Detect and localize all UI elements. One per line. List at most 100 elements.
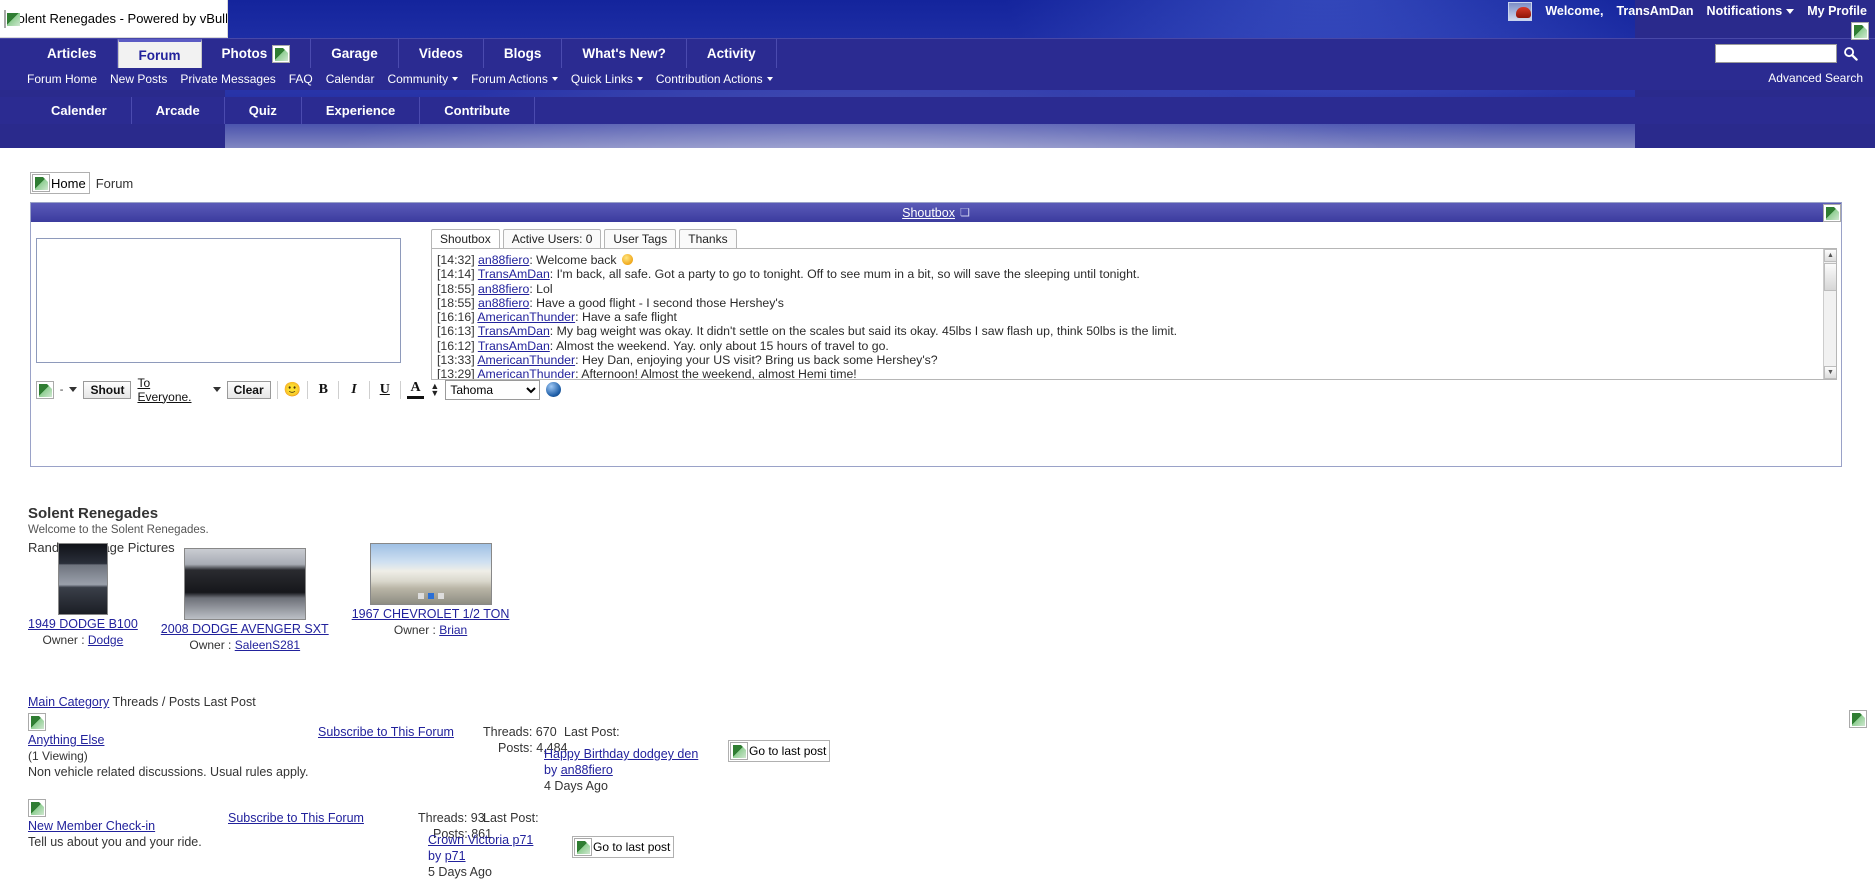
- chevron-down-icon[interactable]: [69, 387, 78, 392]
- garage-car-name-link[interactable]: 2008 DODGE AVENGER SXT: [161, 622, 329, 636]
- shout-recipient-selector[interactable]: To Everyone.: [137, 376, 206, 404]
- nav-tab-articles[interactable]: Articles: [27, 39, 118, 69]
- garage-car-name-link[interactable]: 1949 DODGE B100: [28, 617, 138, 631]
- clear-button[interactable]: Clear: [226, 380, 271, 399]
- message-username[interactable]: TransAmDan: [478, 339, 550, 353]
- nav-tab-activity[interactable]: Activity: [687, 39, 777, 69]
- bold-button[interactable]: B: [314, 382, 332, 398]
- message-username[interactable]: TransAmDan: [478, 267, 550, 281]
- notifications-menu[interactable]: Notifications: [1707, 4, 1795, 18]
- garage-car-name-link[interactable]: 1967 CHEVROLET 1/2 TON: [352, 607, 510, 621]
- go-to-last-post-button[interactable]: Go to last post: [728, 740, 831, 762]
- scrollbar-thumb[interactable]: [1824, 263, 1836, 291]
- shout-button[interactable]: Shout: [83, 380, 132, 399]
- garage-slider-dot[interactable]: [417, 593, 424, 599]
- shoutbox-title-link[interactable]: Shoutbox: [902, 206, 955, 220]
- scroll-up-arrow-icon[interactable]: ▲: [1824, 249, 1836, 262]
- garage-slider-dots[interactable]: [371, 587, 491, 602]
- refresh-icon[interactable]: [546, 382, 561, 397]
- last-post-author-link[interactable]: an88fiero: [561, 763, 613, 777]
- subscribe-to-forum-link[interactable]: Subscribe to This Forum: [318, 725, 454, 739]
- subscribe-to-forum-link[interactable]: Subscribe to This Forum: [228, 811, 364, 825]
- last-post-time-value: 4 Days Ago: [544, 779, 608, 793]
- nav-tab-garage[interactable]: Garage: [311, 39, 399, 69]
- username-link[interactable]: TransAmDan: [1616, 4, 1693, 18]
- forum-row: New Member Check-in Tell us about you and…: [28, 795, 1840, 881]
- message-username[interactable]: an88fiero: [478, 296, 529, 310]
- garage-owner-link[interactable]: SaleenS281: [235, 638, 300, 652]
- font-color-stepper[interactable]: ▲ ▼: [430, 381, 439, 397]
- nav-tab-videos[interactable]: Videos: [399, 39, 484, 69]
- tab3-arcade[interactable]: Arcade: [132, 97, 225, 124]
- last-post-thread-link[interactable]: Happy Birthday dodgey den: [544, 747, 698, 761]
- nav-tab-what-s-new[interactable]: What's New?: [562, 39, 687, 69]
- search-button[interactable]: [1837, 43, 1863, 64]
- subnav-quick-links[interactable]: Quick Links: [571, 72, 643, 86]
- last-post-time: 5 Days Ago: [428, 865, 492, 879]
- message-username[interactable]: an88fiero: [478, 282, 529, 296]
- advanced-search-link[interactable]: Advanced Search: [1768, 71, 1863, 85]
- subnav-community[interactable]: Community: [387, 72, 459, 86]
- garage-thumbnail[interactable]: [57, 543, 108, 615]
- tab3-contribute[interactable]: Contribute: [420, 97, 535, 124]
- garage-owner-link[interactable]: Brian: [439, 623, 467, 637]
- page-title: Solent Renegades: [28, 505, 159, 522]
- subnav-calendar[interactable]: Calendar: [326, 72, 375, 86]
- font-family-select[interactable]: Tahoma: [445, 379, 541, 400]
- subnav-contribution-actions[interactable]: Contribution Actions: [656, 72, 773, 86]
- smiley-icon[interactable]: 🙂: [284, 381, 302, 398]
- shoutbox-message-list: [14:32] an88fiero: Welcome back [14:14] …: [431, 248, 1837, 380]
- broken-image-icon: [1849, 710, 1867, 728]
- tab3-experience[interactable]: Experience: [302, 97, 421, 124]
- last-post-thread-link[interactable]: Crown Victoria p71: [428, 833, 533, 847]
- nav-tab-photos[interactable]: Photos: [202, 39, 312, 69]
- by-label: by: [428, 849, 442, 863]
- image-insert-icon[interactable]: [36, 380, 54, 399]
- shoutbox-tab-shoutbox[interactable]: Shoutbox: [431, 229, 500, 248]
- shoutbox-body: Shoutbox Active Users: 0 User Tags Thanks […: [31, 222, 1841, 466]
- message-username[interactable]: an88fiero: [478, 253, 529, 267]
- nav-tab-blogs[interactable]: Blogs: [484, 39, 563, 69]
- garage-thumbnail[interactable]: [369, 543, 492, 605]
- forum-title-link[interactable]: Anything Else: [28, 733, 104, 747]
- tab3-calender[interactable]: Calender: [27, 97, 132, 124]
- garage-slider-dot[interactable]: [437, 593, 444, 599]
- shoutbox-tab-active-users-0[interactable]: Active Users: 0: [502, 229, 602, 248]
- scroll-down-arrow-icon[interactable]: ▼: [1824, 366, 1836, 379]
- shoutbox-collapse-button[interactable]: [1823, 204, 1841, 222]
- last-post-author-link[interactable]: p71: [445, 849, 466, 863]
- garage-slider-dot[interactable]: [427, 593, 434, 599]
- message-username[interactable]: TransAmDan: [478, 324, 550, 338]
- nav-tab-label: Photos: [221, 46, 268, 61]
- shoutbox-scrollbar[interactable]: ▲ ▼: [1823, 249, 1836, 379]
- italic-button[interactable]: I: [345, 382, 363, 398]
- subnav-new-posts[interactable]: New Posts: [110, 72, 167, 86]
- subnav-forum-actions[interactable]: Forum Actions: [471, 72, 558, 86]
- garage-owner-label: Owner :: [393, 623, 436, 637]
- my-profile-link[interactable]: My Profile: [1807, 4, 1867, 18]
- forum-title-link[interactable]: New Member Check-in: [28, 819, 155, 833]
- shout-message-input[interactable]: [36, 238, 401, 363]
- underline-button[interactable]: U: [376, 382, 394, 398]
- subnav-private-messages[interactable]: Private Messages: [180, 72, 275, 86]
- subnav-forum-home[interactable]: Forum Home: [27, 72, 97, 86]
- shoutbox-tab-user-tags[interactable]: User Tags: [604, 229, 677, 248]
- chevron-down-icon[interactable]: ❏: [960, 206, 970, 219]
- subnav-faq[interactable]: FAQ: [289, 72, 313, 86]
- tab3-quiz[interactable]: Quiz: [225, 97, 302, 124]
- forum-category-link[interactable]: Main Category: [28, 695, 109, 709]
- garage-owner-link[interactable]: Dodge: [88, 633, 123, 647]
- chevron-down-icon[interactable]: [212, 387, 221, 392]
- message-username[interactable]: AmericanThunder: [477, 353, 575, 367]
- message-username[interactable]: AmericanThunder: [477, 310, 575, 324]
- shoutbox-tab-thanks[interactable]: Thanks: [679, 229, 737, 248]
- nav-tab-forum[interactable]: Forum: [117, 39, 202, 69]
- message-time: [14:14]: [437, 267, 475, 282]
- go-to-last-post-button[interactable]: Go to last post: [572, 836, 675, 858]
- search-input[interactable]: [1715, 44, 1837, 63]
- font-color-button[interactable]: A: [406, 380, 425, 399]
- message-text: Hey Dan, enjoying your US visit? Bring u…: [581, 353, 938, 368]
- garage-thumbnail[interactable]: [183, 548, 306, 620]
- breadcrumb-home-link[interactable]: Home: [30, 172, 90, 194]
- avatar[interactable]: [1508, 1, 1533, 21]
